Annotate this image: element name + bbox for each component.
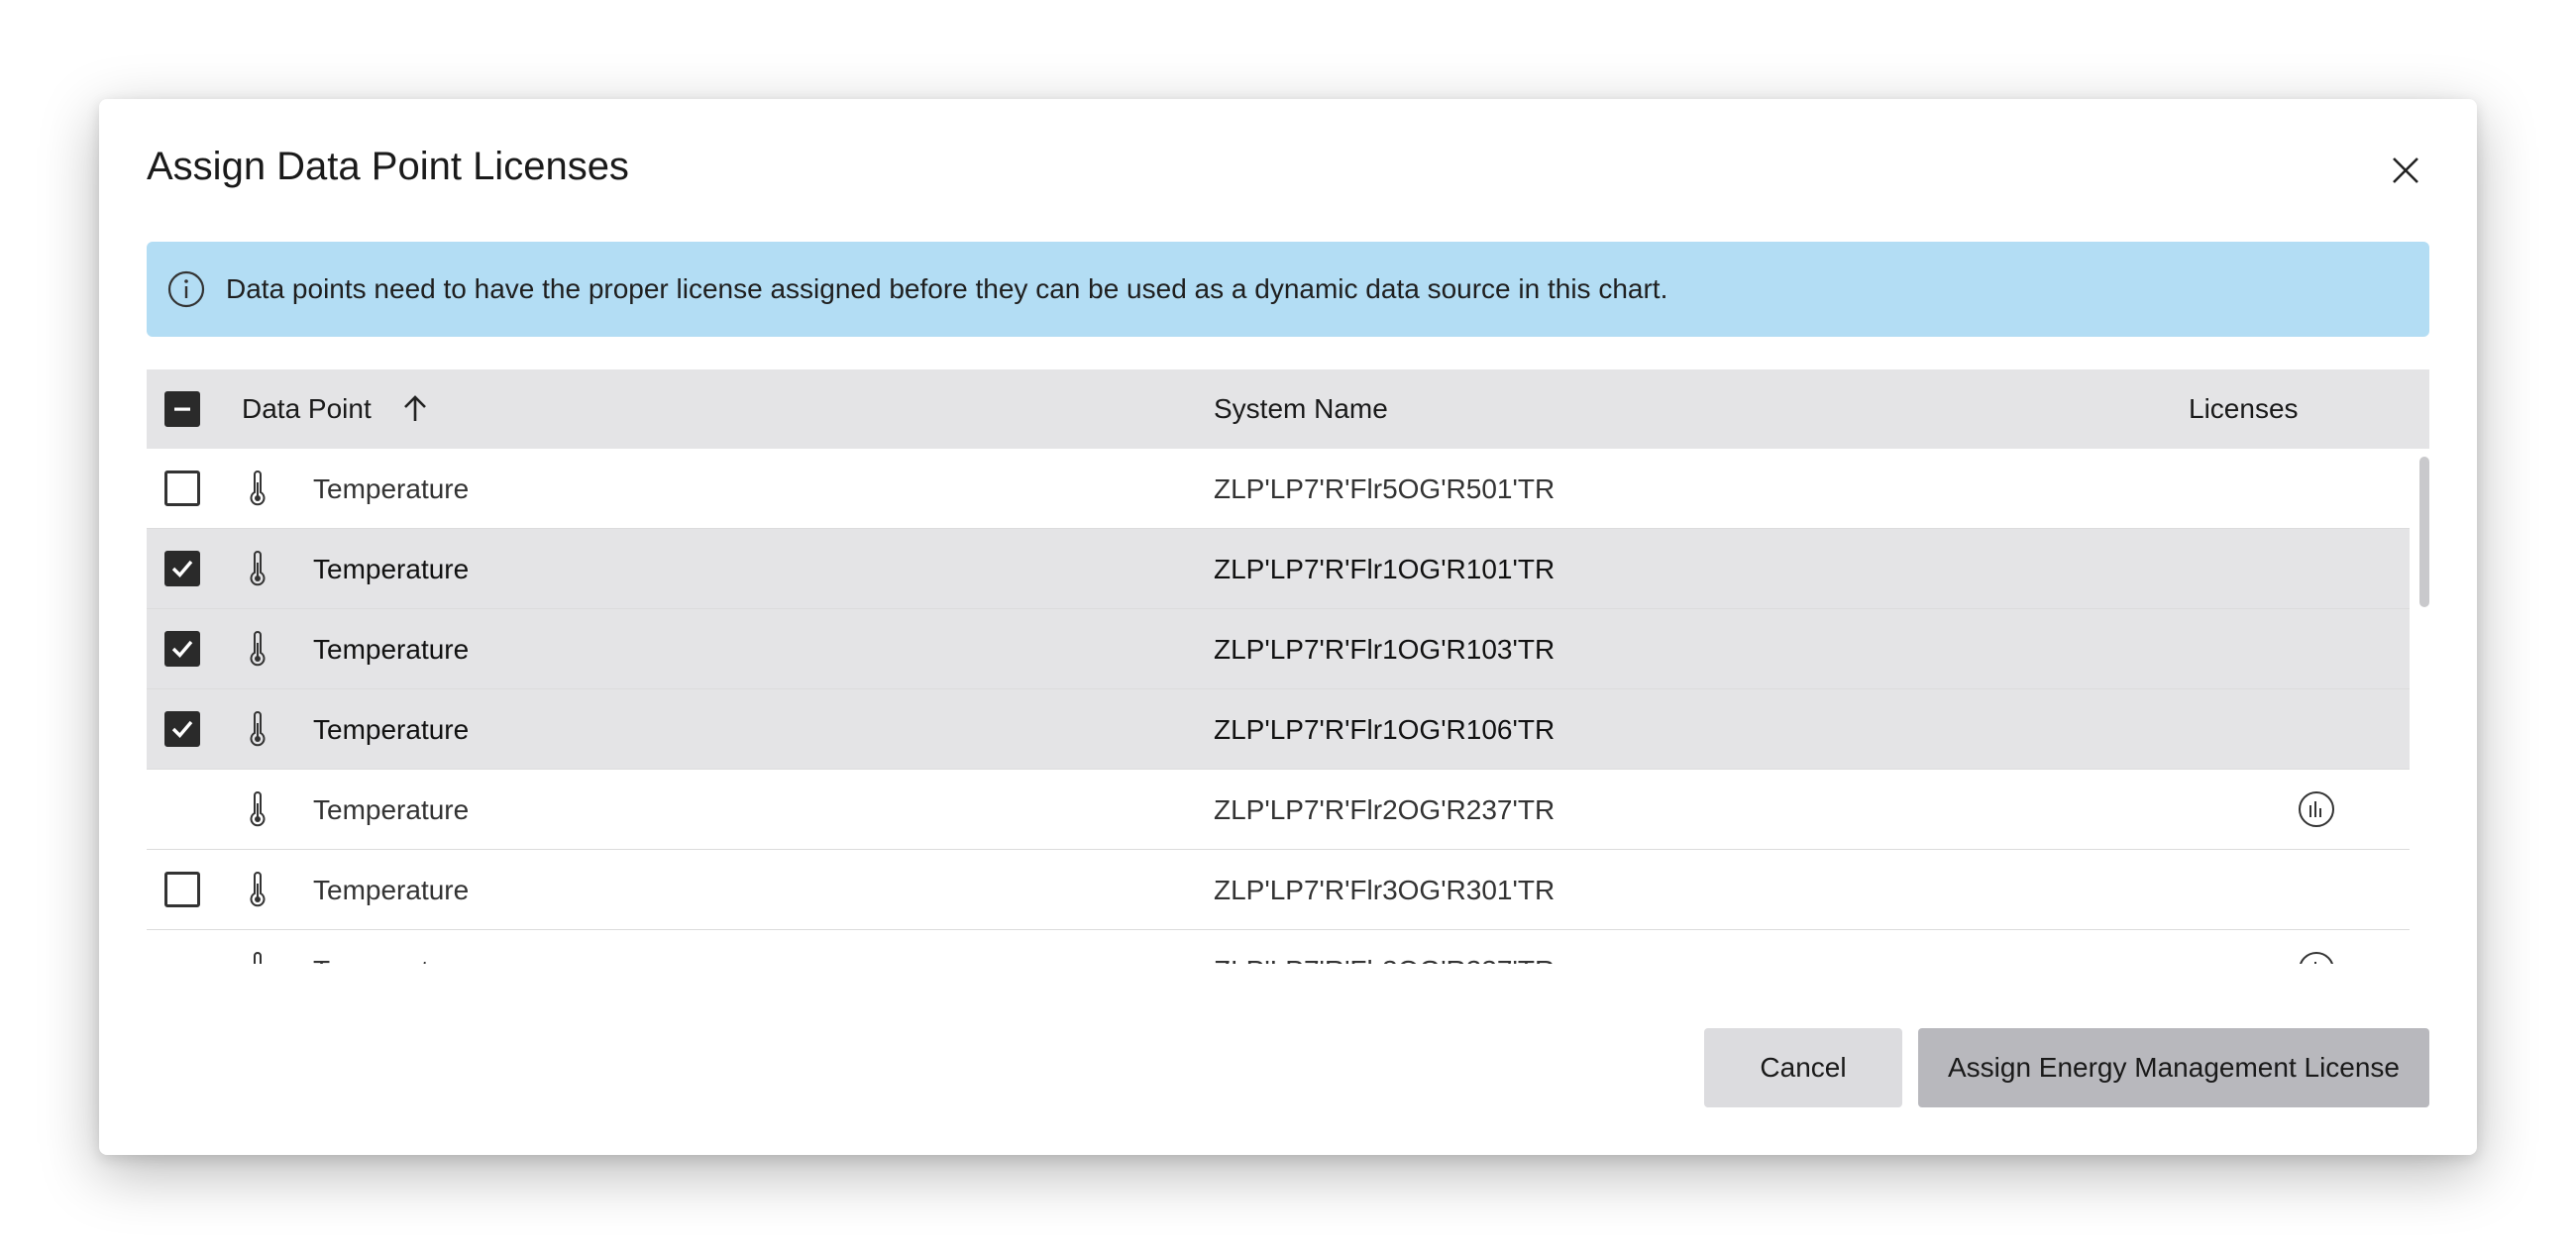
table-row[interactable]: Temperature ZLP'LP7'R'Flr1OG'R101'TR <box>147 529 2410 609</box>
data-point-name: Temperature <box>313 714 470 745</box>
info-banner: Data points need to have the proper lice… <box>147 242 2429 337</box>
cancel-button[interactable]: Cancel <box>1704 1028 1902 1107</box>
column-header-data-point[interactable]: Data Point <box>242 393 429 425</box>
assign-licenses-dialog: Assign Data Point Licenses Data points n… <box>99 99 2477 1155</box>
system-name: ZLP'LP7'R'Flr1OG'R106'TR <box>1214 714 1556 745</box>
energy-license-icon <box>2297 789 2336 829</box>
system-name: ZLP'LP7'R'Flr3OG'R337'TR <box>1214 955 1555 964</box>
table-row[interactable]: Temperature ZLP'LP7'R'Flr3OG'R301'TR <box>147 850 2410 930</box>
assign-energy-license-button[interactable]: Assign Energy Management License <box>1918 1028 2429 1107</box>
thermometer-icon <box>246 711 269 747</box>
table-row[interactable]: Temperature ZLP'LP7'R'Flr1OG'R103'TR <box>147 609 2410 689</box>
select-all-checkbox[interactable] <box>164 391 200 427</box>
table-row[interactable]: Temperature ZLP'LP7'R'Flr3OG'R337'TR <box>147 930 2410 964</box>
energy-license-icon <box>2297 950 2336 964</box>
data-point-name: Temperature <box>313 634 470 665</box>
table-scrollbar[interactable] <box>2419 457 2429 607</box>
thermometer-icon <box>246 952 269 964</box>
table-body: Temperature ZLP'LP7'R'Flr5OG'R501'TR Tempe… <box>147 449 2429 964</box>
data-point-name: Temperature <box>313 794 470 825</box>
data-point-name: Temperature <box>313 955 469 964</box>
data-point-name: Temperature <box>313 473 470 504</box>
close-icon <box>2393 157 2418 183</box>
arrow-up-icon <box>401 394 429 424</box>
data-point-name: Temperature <box>313 554 470 584</box>
info-banner-text: Data points need to have the proper lice… <box>226 273 1668 304</box>
thermometer-icon <box>246 791 269 827</box>
column-header-data-point-label: Data Point <box>242 393 372 424</box>
row-checkbox[interactable] <box>164 551 200 586</box>
data-point-name: Temperature <box>313 875 470 905</box>
row-checkbox[interactable] <box>164 631 200 667</box>
thermometer-icon <box>246 872 269 907</box>
system-name: ZLP'LP7'R'Flr5OG'R501'TR <box>1214 473 1556 504</box>
thermometer-icon <box>246 631 269 667</box>
table-row[interactable]: Temperature ZLP'LP7'R'Flr1OG'R106'TR <box>147 689 2410 770</box>
info-icon <box>166 269 206 309</box>
system-name: ZLP'LP7'R'Flr2OG'R237'TR <box>1214 794 1556 825</box>
row-checkbox[interactable] <box>164 711 200 747</box>
system-name: ZLP'LP7'R'Flr1OG'R101'TR <box>1214 554 1556 584</box>
thermometer-icon <box>246 471 269 506</box>
row-checkbox[interactable] <box>164 471 200 506</box>
row-checkbox[interactable] <box>164 872 200 907</box>
thermometer-icon <box>246 551 269 586</box>
system-name: ZLP'LP7'R'Flr1OG'R103'TR <box>1214 634 1556 665</box>
dialog-footer: Cancel Assign Energy Management License <box>1704 1028 2429 1107</box>
system-name: ZLP'LP7'R'Flr3OG'R301'TR <box>1214 875 1556 905</box>
column-header-licenses[interactable]: Licenses <box>2189 393 2299 425</box>
data-points-table: Data Point System Name Licenses Temperat… <box>147 369 2429 964</box>
close-button[interactable] <box>2382 147 2429 194</box>
table-row[interactable]: Temperature ZLP'LP7'R'Flr5OG'R501'TR <box>147 449 2410 529</box>
dialog-title: Assign Data Point Licenses <box>147 145 629 188</box>
table-row[interactable]: Temperature ZLP'LP7'R'Flr2OG'R237'TR <box>147 770 2410 850</box>
table-header: Data Point System Name Licenses <box>147 369 2429 449</box>
column-header-system-name[interactable]: System Name <box>1214 393 1388 425</box>
